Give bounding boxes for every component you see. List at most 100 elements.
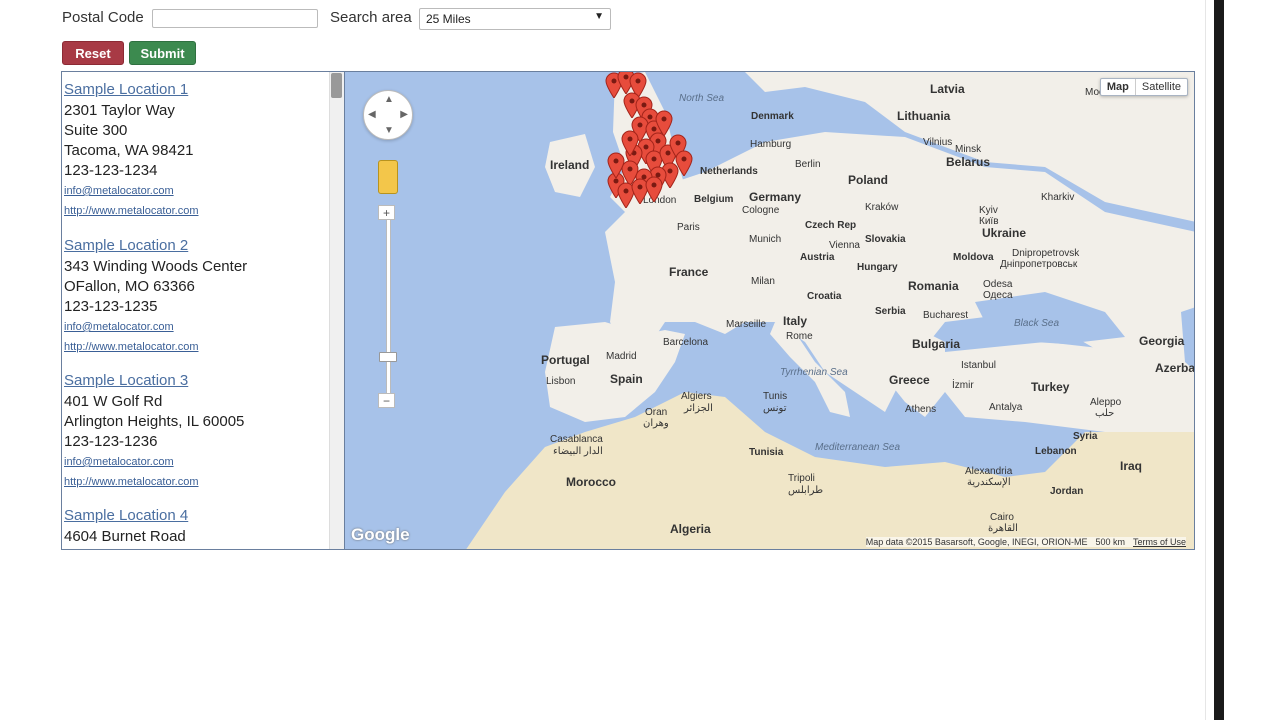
map-label-france: France: [669, 265, 709, 279]
map-label-marseille: Marseille: [726, 319, 767, 330]
map-label-dnipro: Dnipropetrovsk: [1012, 248, 1080, 259]
zoom-in-button[interactable]: +: [378, 205, 395, 220]
submit-button[interactable]: Submit: [129, 41, 196, 65]
zoom-out-button[interactable]: −: [378, 393, 395, 408]
address-line: Tacoma, WA 98421: [64, 142, 194, 159]
email-link[interactable]: info@metalocator.com: [64, 317, 247, 337]
map-label-rome: Rome: [786, 331, 813, 342]
map-label-cologne: Cologne: [742, 205, 780, 216]
map-label-dnipro-local: Дніпропетровськ: [1000, 259, 1078, 270]
map-label-czech: Czech Rep: [805, 220, 857, 231]
pan-left-icon[interactable]: ◀: [368, 109, 376, 120]
postal-code-input[interactable]: [152, 9, 318, 28]
zoom-slider-track[interactable]: [386, 207, 391, 404]
map-label-mediterranean-sea: Mediterranean Sea: [815, 442, 901, 453]
map-label-black-sea: Black Sea: [1014, 318, 1060, 329]
map-label-poland: Poland: [848, 173, 889, 187]
map-type-map-button[interactable]: Map: [1101, 79, 1136, 95]
map-label-bucharest: Bucharest: [923, 310, 969, 321]
list-scrollbar[interactable]: [329, 72, 344, 549]
map-label-austria: Austria: [800, 252, 835, 263]
map-label-hungary: Hungary: [857, 262, 898, 273]
location-list[interactable]: Sample Location 1 2301 Taylor Way Suite …: [61, 71, 344, 550]
reset-button[interactable]: Reset: [62, 41, 124, 65]
search-area-value: 25 Miles: [426, 12, 471, 26]
map-label-tyrrhenian-sea: Tyrrhenian Sea: [780, 367, 848, 378]
map-canvas[interactable]: Latvia Москва Lithuania North Sea Denmar…: [344, 71, 1195, 550]
map-label-ireland: Ireland: [550, 158, 590, 172]
map-label-paris: Paris: [677, 222, 700, 233]
map-label-ukraine: Ukraine: [982, 226, 1027, 240]
map-label-alexandria: Alexandria: [965, 466, 1013, 477]
page-scrollbar[interactable]: [1205, 0, 1280, 720]
location-name-link[interactable]: Sample Location 2: [64, 235, 247, 257]
location-name-link[interactable]: Sample Location 1: [64, 79, 199, 101]
page-scrollbar-thumb[interactable]: [1214, 0, 1224, 720]
email-link[interactable]: info@metalocator.com: [64, 181, 199, 201]
list-item: Sample Location 1 2301 Taylor Way Suite …: [64, 79, 199, 221]
location-marker-icon[interactable]: [645, 176, 663, 203]
map-label-algiers-local: الجزائر: [684, 403, 713, 414]
map-label-casablanca-local: الدار البيضاء: [553, 446, 603, 457]
map-label-barcelona: Barcelona: [663, 337, 709, 348]
map-label-slovakia: Slovakia: [865, 234, 906, 245]
list-item: Sample Location 2 343 Winding Woods Cent…: [64, 235, 247, 357]
map-label-tunisia: Tunisia: [749, 447, 784, 458]
email-link[interactable]: info@metalocator.com: [64, 452, 244, 472]
address-line: Suite 300: [64, 122, 128, 139]
address-line: OFallon, MO 63366: [64, 278, 195, 295]
map-label-oran: Oran: [645, 407, 668, 418]
map-label-morocco: Morocco: [566, 475, 617, 489]
location-name-link[interactable]: Sample Location 4: [64, 505, 188, 527]
pan-control[interactable]: ▲ ▼ ◀ ▶: [363, 90, 413, 140]
map-label-vilnius: Vilnius: [923, 137, 953, 148]
location-name-link[interactable]: Sample Location 3: [64, 370, 244, 392]
map-type-satellite-button[interactable]: Satellite: [1136, 79, 1187, 95]
pan-right-icon[interactable]: ▶: [400, 109, 408, 120]
map-label-belgium: Belgium: [694, 194, 734, 205]
map-label-kyiv: Kyiv: [979, 205, 998, 216]
map-label-denmark: Denmark: [751, 111, 794, 122]
map-attribution: Map data ©2015 Basarsoft, Google, INEGI,…: [865, 537, 1186, 547]
map-data-attribution: Map data ©2015 Basarsoft, Google, INEGI,…: [865, 537, 1088, 547]
website-link[interactable]: http://www.metalocator.com: [64, 201, 199, 221]
map-label-belarus: Belarus: [946, 155, 991, 169]
website-link[interactable]: http://www.metalocator.com: [64, 337, 247, 357]
map-label-casablanca: Casablanca: [550, 434, 603, 445]
map-label-tunis-local: تونس: [763, 403, 787, 414]
map-label-netherlands: Netherlands: [700, 166, 758, 177]
address-line: 4604 Burnet Road: [64, 528, 186, 545]
pan-up-icon[interactable]: ▲: [384, 94, 394, 105]
map-label-greece: Greece: [889, 373, 930, 387]
list-scrollbar-thumb[interactable]: [331, 73, 342, 98]
map-label-madrid: Madrid: [606, 351, 637, 362]
map-label-iraq: Iraq: [1120, 459, 1143, 473]
postal-code-label: Postal Code: [62, 9, 144, 26]
search-area-label: Search area: [330, 9, 412, 26]
map-label-hamburg: Hamburg: [750, 139, 792, 150]
zoom-slider-thumb[interactable]: [379, 352, 397, 362]
google-logo: Google: [351, 525, 410, 544]
map-label-tripoli: Tripoli: [788, 473, 815, 484]
map-label-latvia: Latvia: [930, 82, 965, 96]
map-label-north-sea: North Sea: [679, 93, 725, 104]
website-link[interactable]: http://www.metalocator.com: [64, 472, 244, 492]
map-label-lisbon: Lisbon: [546, 376, 576, 387]
map-label-algeria: Algeria: [670, 522, 711, 536]
map-label-odesa: Odesa: [983, 279, 1013, 290]
phone-number: 123-123-1235: [64, 298, 158, 315]
map-label-antalya: Antalya: [989, 402, 1023, 413]
phone-number: 123-123-1234: [64, 162, 158, 179]
street-view-pegman-icon[interactable]: [378, 160, 398, 194]
map-label-aleppo: Aleppo: [1090, 397, 1122, 408]
map-label-kharkiv: Kharkiv: [1041, 192, 1075, 203]
map-label-aleppo-local: حلب: [1095, 408, 1115, 419]
map-label-turkey: Turkey: [1031, 380, 1070, 394]
terms-of-use-link[interactable]: Terms of Use: [1133, 537, 1186, 547]
location-marker-icon[interactable]: [621, 130, 639, 157]
map-label-moldova: Moldova: [953, 252, 994, 263]
search-area-select[interactable]: 25 Miles ▼: [419, 8, 611, 30]
map-label-cairo: Cairo: [990, 512, 1014, 523]
pan-down-icon[interactable]: ▼: [384, 125, 394, 136]
map-label-vienna: Vienna: [829, 240, 860, 251]
